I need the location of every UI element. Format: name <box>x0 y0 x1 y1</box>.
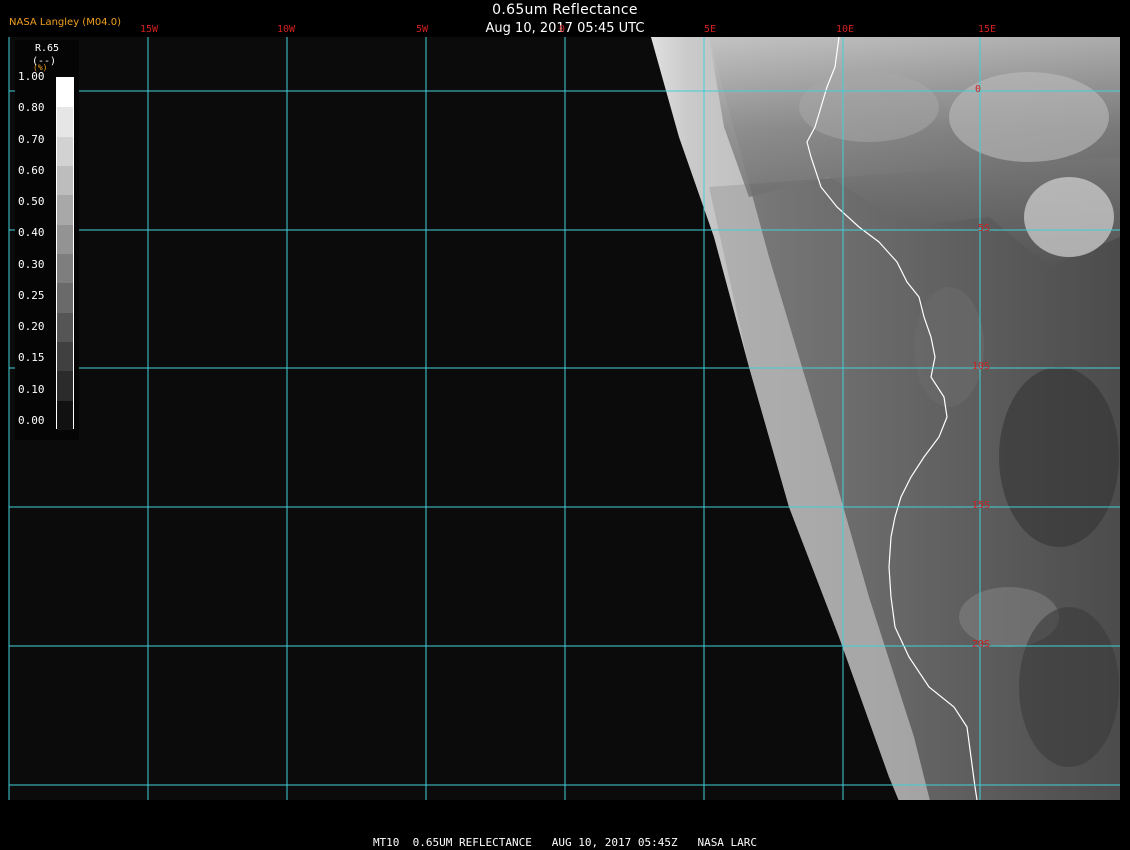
lat-label-15s: 15S <box>972 500 991 511</box>
legend-tick-label: 0.70 <box>18 132 45 146</box>
legend-tick-label: 0.00 <box>18 414 45 427</box>
legend-tick-label: 0.40 <box>18 226 45 240</box>
colorbar-segment <box>57 224 73 254</box>
legend-tick-label: 0.50 <box>18 195 45 209</box>
colorbar-segment <box>57 312 73 342</box>
legend-tick-label: 0.10 <box>18 382 45 396</box>
lon-label-10e: 10E <box>836 24 855 35</box>
colorbar-segment <box>57 371 73 401</box>
lat-label-20s: 20S <box>972 639 991 650</box>
lat-label-10s: 10S <box>972 361 991 372</box>
lon-label-15w: 15W <box>140 24 159 35</box>
legend-tick-label: 0.25 <box>18 288 45 302</box>
legend-tick-label: 0.30 <box>18 257 45 271</box>
legend-tick-label: 0.15 <box>18 351 45 365</box>
lon-label-5e: 5E <box>704 24 717 35</box>
legend-tick-label: 0.60 <box>18 163 45 177</box>
image-title: 0.65um Reflectance <box>492 2 638 18</box>
lon-label-0: 0 <box>559 24 566 35</box>
graticule <box>8 37 1120 800</box>
colorbar-segment <box>57 78 73 108</box>
legend-tick-label: 0.80 <box>18 101 45 115</box>
colorbar-segment <box>57 195 73 225</box>
colorbar-segment <box>57 136 73 166</box>
legend-variable: R.65 <box>35 43 60 54</box>
colorbar-segment <box>57 283 73 313</box>
colorbar-segment <box>57 254 73 284</box>
lon-label-15e: 15E <box>978 24 997 35</box>
lon-label-10w: 10W <box>277 24 296 35</box>
colorbar-segment <box>57 342 73 372</box>
colorbar-segment <box>57 166 73 196</box>
footer-caption: MT10 0.65UM REFLECTANCE AUG 10, 2017 05:… <box>372 836 758 849</box>
legend-tick-label: 1.00 <box>18 70 45 83</box>
lat-label-5s: 5S <box>978 223 991 234</box>
lat-label-0: 0 <box>975 84 982 95</box>
legend-tick-label: 0.20 <box>18 320 45 334</box>
lon-label-5w: 5W <box>416 24 429 35</box>
colorbar <box>56 77 74 430</box>
colorbar-segment <box>57 400 73 430</box>
colorbar-segment <box>57 107 73 137</box>
legend-units: (--) <box>32 56 57 67</box>
